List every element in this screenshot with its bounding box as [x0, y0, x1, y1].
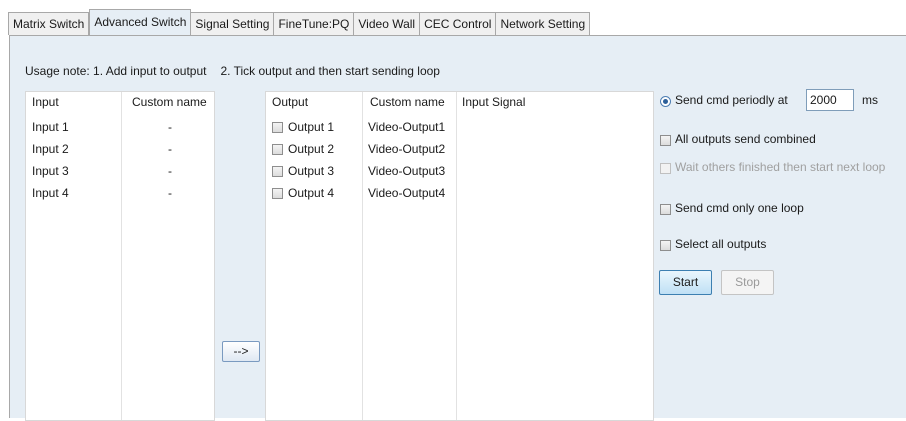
send-periodic-radio[interactable]: [660, 96, 671, 107]
combined-label: All outputs send combined: [675, 132, 816, 146]
one-loop-checkbox[interactable]: [660, 204, 671, 215]
tab-signal-setting[interactable]: Signal Setting: [191, 12, 275, 35]
combined-checkbox[interactable]: [660, 135, 671, 146]
tab-video-wall[interactable]: Video Wall: [354, 12, 421, 35]
usage-note: Usage note: 1. Add input to output 2. Tic…: [25, 64, 440, 78]
output-list-column-divider-1: [362, 92, 363, 420]
period-ms-unit: ms: [862, 93, 878, 107]
output-row-2-custom: Video-Output2: [368, 142, 446, 156]
usage-note-step1: Usage note: 1. Add input to output: [25, 64, 207, 78]
input-row-2-name[interactable]: Input 2: [32, 142, 69, 156]
output-row-2-name[interactable]: Output 2: [288, 142, 334, 156]
input-row-2-custom: -: [168, 142, 172, 156]
input-list-header-input[interactable]: Input: [32, 92, 59, 112]
add-to-output-button[interactable]: -->: [222, 341, 260, 362]
output-row-3-custom: Video-Output3: [368, 164, 446, 178]
wait-others-checkbox[interactable]: [660, 163, 671, 174]
output-list-header-output[interactable]: Output: [272, 92, 308, 112]
tab-matrix-switch[interactable]: Matrix Switch: [8, 12, 90, 35]
output-row-4-custom: Video-Output4: [368, 186, 446, 200]
input-list[interactable]: Input Custom name Input 1 - Input 2 - In…: [25, 91, 215, 421]
input-row-4-name[interactable]: Input 4: [32, 186, 69, 200]
output-list-header-input-signal[interactable]: Input Signal: [462, 92, 525, 112]
input-row-1-name[interactable]: Input 1: [32, 120, 69, 134]
output-row-1-custom: Video-Output1: [368, 120, 446, 134]
tab-network-setting[interactable]: Network Setting: [496, 12, 591, 35]
output-1-checkbox[interactable]: [272, 122, 283, 133]
output-row-1-name[interactable]: Output 1: [288, 120, 334, 134]
select-all-checkbox[interactable]: [660, 240, 671, 251]
usage-note-step2: 2. Tick output and then start sending lo…: [220, 64, 440, 78]
output-list-header-custom-name[interactable]: Custom name: [370, 92, 445, 112]
radio-selected-dot: [663, 99, 668, 104]
advanced-switch-pane: Usage note: 1. Add input to output 2. Tic…: [9, 35, 906, 421]
one-loop-label: Send cmd only one loop: [675, 201, 804, 215]
period-ms-input[interactable]: [806, 89, 854, 111]
tab-bar: Matrix Switch Advanced Switch Signal Set…: [0, 0, 906, 36]
stop-button[interactable]: Stop: [721, 270, 774, 295]
tab-cec-control[interactable]: CEC Control: [420, 12, 497, 35]
output-list-column-divider-2: [456, 92, 457, 420]
wait-others-label: Wait others finished then start next loo…: [675, 160, 886, 174]
tab-advanced-switch[interactable]: Advanced Switch: [89, 9, 192, 35]
tab-finetune-pq[interactable]: FineTune:PQ: [274, 12, 355, 35]
input-row-1-custom: -: [168, 120, 172, 134]
output-list[interactable]: Output Custom name Input Signal Output 1…: [265, 91, 654, 421]
input-list-header-custom-name[interactable]: Custom name: [132, 92, 207, 112]
input-row-3-custom: -: [168, 164, 172, 178]
tab-strip: Matrix Switch Advanced Switch Signal Set…: [8, 9, 591, 35]
output-2-checkbox[interactable]: [272, 144, 283, 155]
select-all-label: Select all outputs: [675, 237, 767, 251]
input-row-4-custom: -: [168, 186, 172, 200]
input-row-3-name[interactable]: Input 3: [32, 164, 69, 178]
send-periodic-label: Send cmd periodly at: [675, 93, 788, 107]
output-row-4-name[interactable]: Output 4: [288, 186, 334, 200]
output-row-3-name[interactable]: Output 3: [288, 164, 334, 178]
output-3-checkbox[interactable]: [272, 166, 283, 177]
input-list-column-divider: [121, 92, 122, 420]
output-4-checkbox[interactable]: [272, 188, 283, 199]
start-button[interactable]: Start: [659, 270, 712, 295]
